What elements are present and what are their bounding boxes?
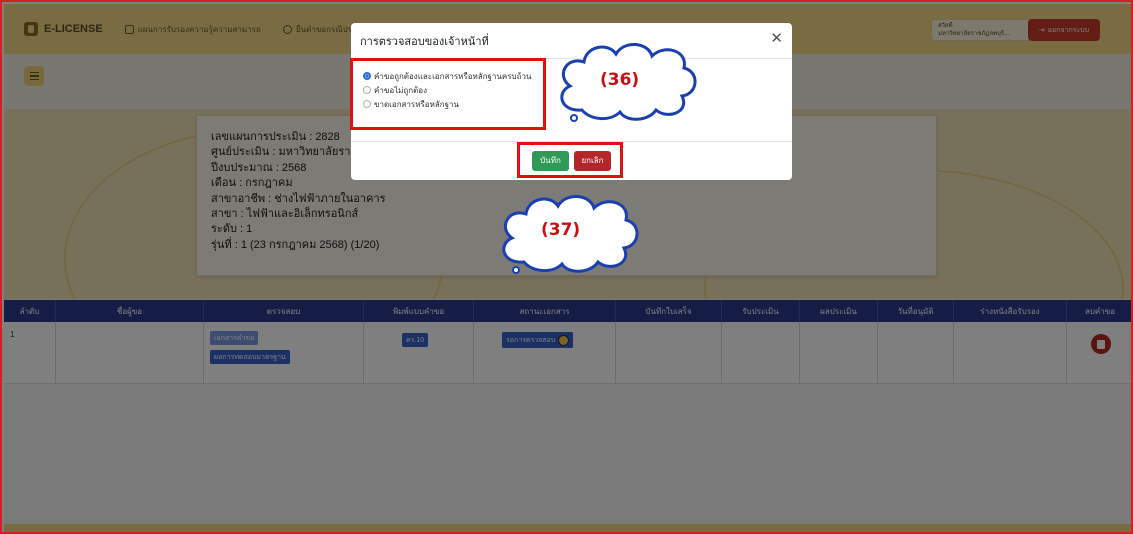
callout-label-37: (37) xyxy=(541,220,581,240)
modal-title: การตรวจสอบของเจ้าหน้าที่ xyxy=(360,35,489,48)
screenshot-frame: E-LICENSE แผนการรับรองความรู้ความสามารถ … xyxy=(0,0,1133,534)
close-icon[interactable]: ✕ xyxy=(770,31,783,46)
annotation-box-options xyxy=(350,58,546,130)
annotation-box-buttons xyxy=(517,142,623,178)
callout-label-36: (36) xyxy=(600,70,640,90)
